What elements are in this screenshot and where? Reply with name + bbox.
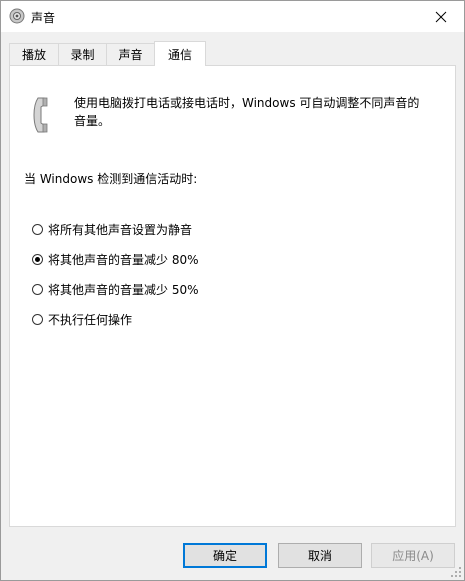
option-reduce-80[interactable]: 将其他声音的音量减少 80% [32,251,199,268]
window-title: 声音 [31,11,56,25]
communications-panel: 使用电脑拨打电话或接电话时，Windows 可自动调整不同声音的音量。 当 Wi… [9,65,456,527]
ok-button-label: 确定 [212,549,237,563]
section-label: 当 Windows 检测到通信活动时: [24,172,198,186]
description-text: 使用电脑拨打电话或接电话时，Windows 可自动调整不同声音的音量。 [74,96,420,128]
radio-button[interactable] [32,224,43,235]
tab-label: 录制 [70,48,95,62]
option-do-nothing[interactable]: 不执行任何操作 [32,311,132,328]
option-label: 将其他声音的音量减少 50% [48,283,199,297]
tab-label: 通信 [167,47,192,62]
radio-button[interactable] [32,284,43,295]
option-label: 将其他声音的音量减少 80% [48,253,199,267]
apply-button[interactable]: 应用(A) [371,543,455,568]
title-bar[interactable]: 声音 [1,1,464,32]
resize-grip-icon[interactable] [450,566,462,578]
option-label: 不执行任何操作 [48,313,133,327]
close-icon [435,11,447,22]
tab-playback[interactable]: 播放 [9,43,59,65]
cancel-button[interactable]: 取消 [278,543,362,568]
tab-label: 播放 [21,48,46,62]
apply-button-label: 应用(A) [392,549,434,563]
ok-button[interactable]: 确定 [183,543,267,568]
option-label: 将所有其他声音设置为静音 [48,223,193,237]
phone-handset-icon [33,97,48,133]
sound-dialog: 声音 播放 录制 声音 通信 使用电脑拨打电话或接电话时，Windows 可自动… [0,0,465,581]
tab-communications[interactable]: 通信 [154,41,206,66]
tab-recording[interactable]: 录制 [58,43,107,65]
speaker-icon [9,8,25,24]
radio-button[interactable] [32,314,43,325]
option-mute-all[interactable]: 将所有其他声音设置为静音 [32,221,192,238]
option-reduce-50[interactable]: 将其他声音的音量减少 50% [32,281,199,298]
close-button[interactable] [418,1,464,32]
radio-button-selected[interactable] [32,254,43,265]
tab-sounds[interactable]: 声音 [106,43,155,65]
cancel-button-label: 取消 [307,549,332,563]
tab-label: 声音 [118,48,143,62]
